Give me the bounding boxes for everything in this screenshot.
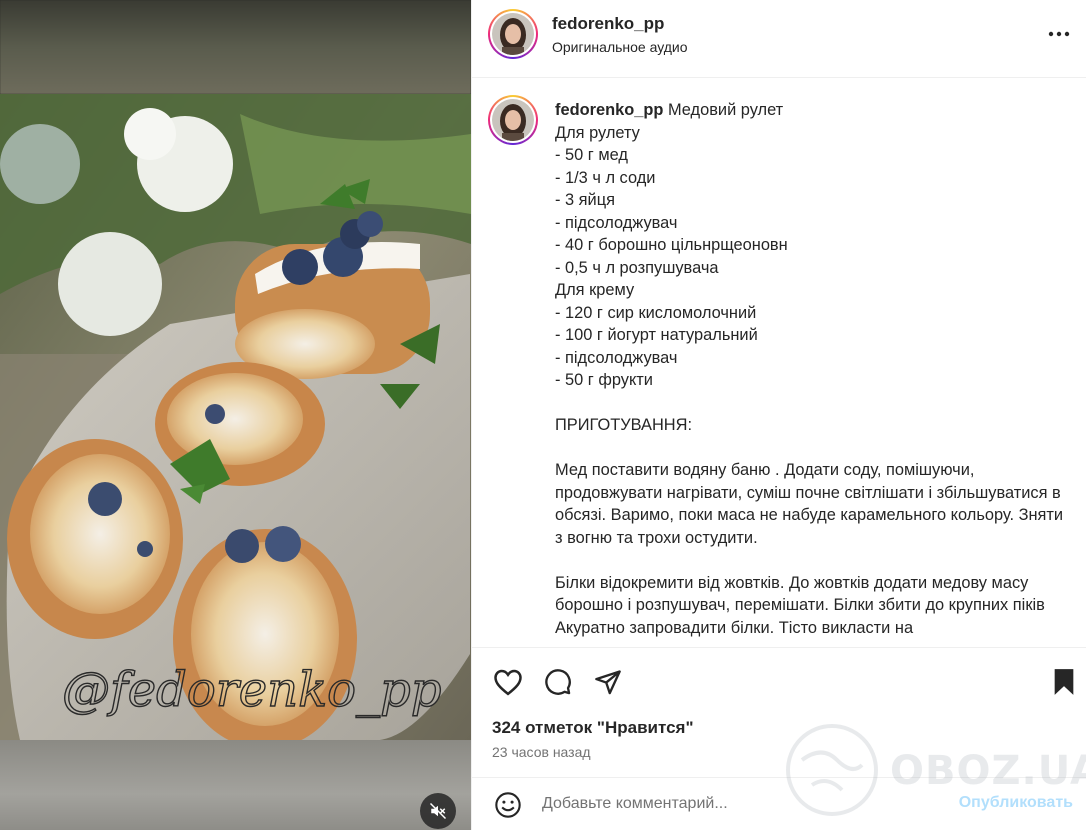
caption-line: - 50 г мед (555, 146, 628, 164)
post-username[interactable]: fedorenko_pp (552, 14, 664, 34)
caption-line: - 120 г сир кисломолочний (555, 303, 757, 322)
caption-text: fedorenko_pp Медовий рулет Для рулету - … (555, 99, 1065, 639)
caption-paragraph: Мед поставити водяну баню . Додати соду,… (555, 461, 1068, 547)
send-icon (595, 670, 621, 695)
avatar[interactable] (488, 9, 538, 59)
share-button[interactable] (592, 666, 624, 698)
post-side-panel: fedorenko_pp Оригинальное аудио fedorenk… (471, 0, 1086, 830)
avatar-photo (492, 99, 534, 141)
like-button[interactable] (492, 666, 524, 698)
avatar-photo (492, 13, 534, 55)
post-media[interactable]: @fedorenko_pp (0, 0, 471, 830)
caption-paragraph: Білки відокремити від жовтків. До жовткі… (555, 573, 1050, 637)
comment-input[interactable] (542, 792, 942, 816)
caption-line: - 1/3 ч л соди (555, 168, 656, 187)
comment-bar: Опубликовать (472, 777, 1086, 830)
caption-username[interactable]: fedorenko_pp (555, 101, 663, 119)
mute-button[interactable] (420, 793, 456, 829)
more-icon (1048, 31, 1070, 37)
photo-watermark-text: @fedorenko_pp (62, 662, 442, 718)
caption-line: - 50 г фрукти (555, 371, 653, 389)
caption-line: - 0,5 ч л розпушувача (555, 258, 719, 277)
caption-area: fedorenko_pp Медовий рулет Для рулету - … (472, 79, 1086, 647)
heart-icon (494, 669, 522, 696)
post-header: fedorenko_pp Оригинальное аудио (472, 0, 1086, 78)
muted-speaker-icon (429, 802, 447, 820)
post-photo: @fedorenko_pp (0, 94, 471, 740)
caption-line (555, 392, 1065, 415)
bookmark-icon (1054, 669, 1074, 695)
comment-button[interactable] (542, 666, 574, 698)
caption-line (555, 437, 1065, 460)
caption-line (555, 549, 1065, 572)
caption-avatar[interactable] (488, 95, 538, 145)
post-comment-button[interactable]: Опубликовать (959, 794, 1073, 812)
caption-line: Для крему (555, 281, 635, 299)
emoji-icon (495, 792, 521, 818)
caption-line: Для рулету (555, 123, 640, 142)
more-options-button[interactable] (1047, 22, 1071, 46)
caption-line: - підсолоджувач (555, 348, 678, 367)
media-blur-bottom (0, 740, 471, 830)
caption-line: ПРИГОТУВАННЯ: (555, 416, 693, 434)
caption-line: - 3 яйця (555, 191, 615, 209)
audio-label[interactable]: Оригинальное аудио (552, 39, 688, 55)
post-actions: 324 отметок "Нравится" 23 часов назад (472, 647, 1086, 777)
caption-line: - 40 г борошно цільнрщеоновн (555, 236, 788, 254)
caption-line: - 100 г йогурт натуральний (555, 326, 758, 344)
comment-icon (545, 669, 571, 695)
caption-line: fedorenko_pp Медовий рулет (555, 101, 784, 119)
likes-count[interactable]: 324 отметок "Нравится" (492, 718, 694, 738)
emoji-button[interactable] (492, 789, 524, 821)
post-timestamp[interactable]: 23 часов назад (492, 744, 591, 760)
save-button[interactable] (1048, 666, 1080, 698)
media-blur-top (0, 0, 471, 94)
caption-line: - підсолоджувач (555, 213, 678, 232)
